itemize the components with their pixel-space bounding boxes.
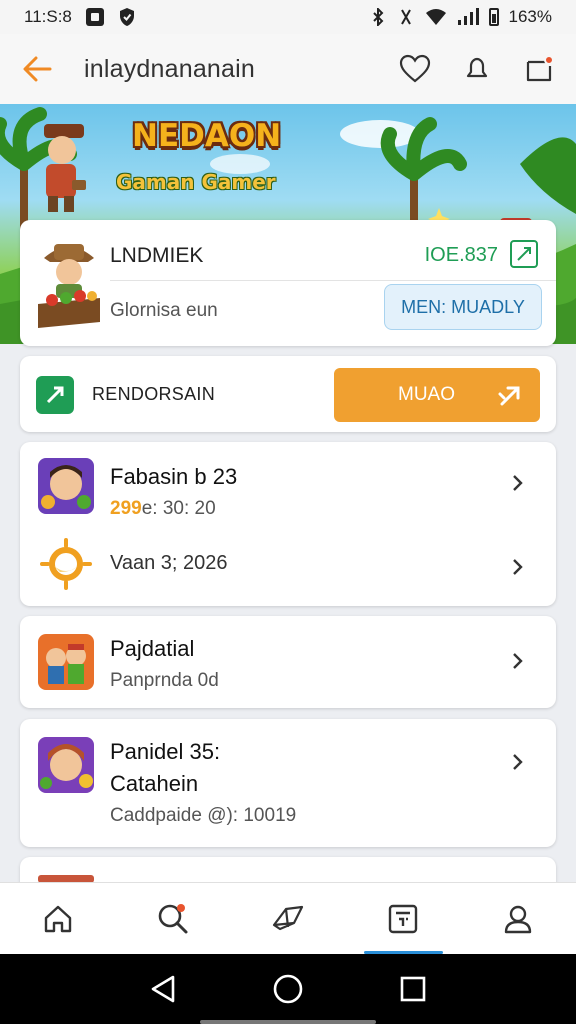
tab-profile[interactable] [461,883,576,954]
system-home-button[interactable] [268,969,308,1009]
list-item-title: Fabasin b 23 [110,464,238,489]
avatar [38,244,100,328]
app-title: inlaydnananain [84,54,256,83]
square-recents-icon [401,976,426,1002]
vibrate-icon [400,9,411,25]
profile-subtitle: Glornisa eun [110,300,218,321]
profile-card: LNDMIEK Glornisa eun IOE.837 MEN: MUADLY [20,220,556,346]
system-back-button[interactable] [143,969,183,1009]
profile-action-button[interactable]: MEN: MUADLY [384,284,542,330]
tab-calendar[interactable] [346,883,461,954]
notifications-button[interactable] [522,52,556,86]
recommend-label: RENDORSAIN [92,384,216,404]
tag-icon [46,386,64,404]
notification-badge [544,55,554,65]
edit-icon [517,247,531,261]
wifi-icon [425,9,446,25]
list-item-detail-text: e: 30: 20 [141,498,216,519]
recommend-button-label: MUAO [398,384,455,405]
list-item-detail: 299e: 30: 20 [110,498,216,520]
game-list-card: Fabasin b 23 299e: 30: 20 Vaan 3; 2026 [20,442,556,606]
chevron-right-icon [513,754,523,770]
list-item-title: Panidel 35: [110,739,221,764]
chevron-right-icon [513,475,523,491]
chevron-right-icon [513,559,523,575]
triangle-back-icon [151,975,174,1003]
sun-icon [38,536,94,592]
shield-icon [119,8,134,26]
edit-button[interactable] [510,240,538,268]
battery-percent: 163% [508,7,552,26]
status-bar: 11:S:8 163% [0,0,576,34]
list-item-detail: Caddpaide @): 10019 [110,805,297,826]
system-navigation-bar [0,954,576,1024]
bell-icon [466,57,488,78]
system-recents-button[interactable] [393,969,433,1009]
alerts-button[interactable] [460,52,494,86]
game-thumbnail [38,634,94,690]
list-item[interactable]: Fabasin b 23 299e: 30: 20 [20,442,556,524]
battery-icon [488,8,499,26]
back-arrow-icon [23,56,52,82]
status-time: 11:S:8 [24,7,72,26]
share-icon [498,386,520,406]
tab-search[interactable] [115,883,230,954]
profile-divider [110,280,556,281]
list-item-title: Pajdatial [110,636,195,661]
favorite-button[interactable] [398,52,432,86]
circle-home-icon [273,974,303,1004]
cell-signal-icon [457,8,479,25]
tag-badge [36,376,74,414]
list-item-highlight: 299 [110,498,142,519]
bluetooth-icon [372,8,383,26]
profile-code: IOE.837 [424,244,498,266]
game-thumbnail [38,458,94,514]
games-icon [272,905,304,930]
tab-games[interactable] [230,883,345,954]
search-icon [158,903,188,933]
back-button[interactable] [20,52,54,86]
list-item-title-line2: Catahein [110,771,199,796]
banner-logo-title: NEDAON [132,118,282,154]
game-list-card: Panidel 35: Catahein Caddpaide @): 10019 [20,719,556,847]
notification-app-icon [85,8,104,26]
app-bar: inlaydnananain [0,34,576,104]
gesture-bar [200,1020,376,1024]
profile-name: LNDMIEK [110,244,204,267]
calendar-icon [389,904,418,933]
list-item-detail: Panprnda 0d [110,670,219,691]
banner-logo-subtitle: Gaman Gamer [116,170,276,194]
heart-icon [399,54,431,83]
game-list-card: Pajdatial Panprnda 0d [20,616,556,708]
bottom-navigation [0,882,576,954]
list-item[interactable]: Vaan 3; 2026 [20,524,556,606]
recommend-card: RENDORSAIN MUAO [20,356,556,432]
list-item[interactable]: Panidel 35: Catahein Caddpaide @): 10019 [20,719,556,847]
profile-icon [505,905,532,933]
list-item[interactable]: Pajdatial Panprnda 0d [20,616,556,708]
tab-home[interactable] [0,883,115,954]
list-item-title: Vaan 3; 2026 [110,552,228,574]
chevron-right-icon [513,653,523,669]
recommend-button[interactable]: MUAO [334,368,540,422]
home-icon [44,905,71,932]
game-thumbnail [38,737,94,793]
